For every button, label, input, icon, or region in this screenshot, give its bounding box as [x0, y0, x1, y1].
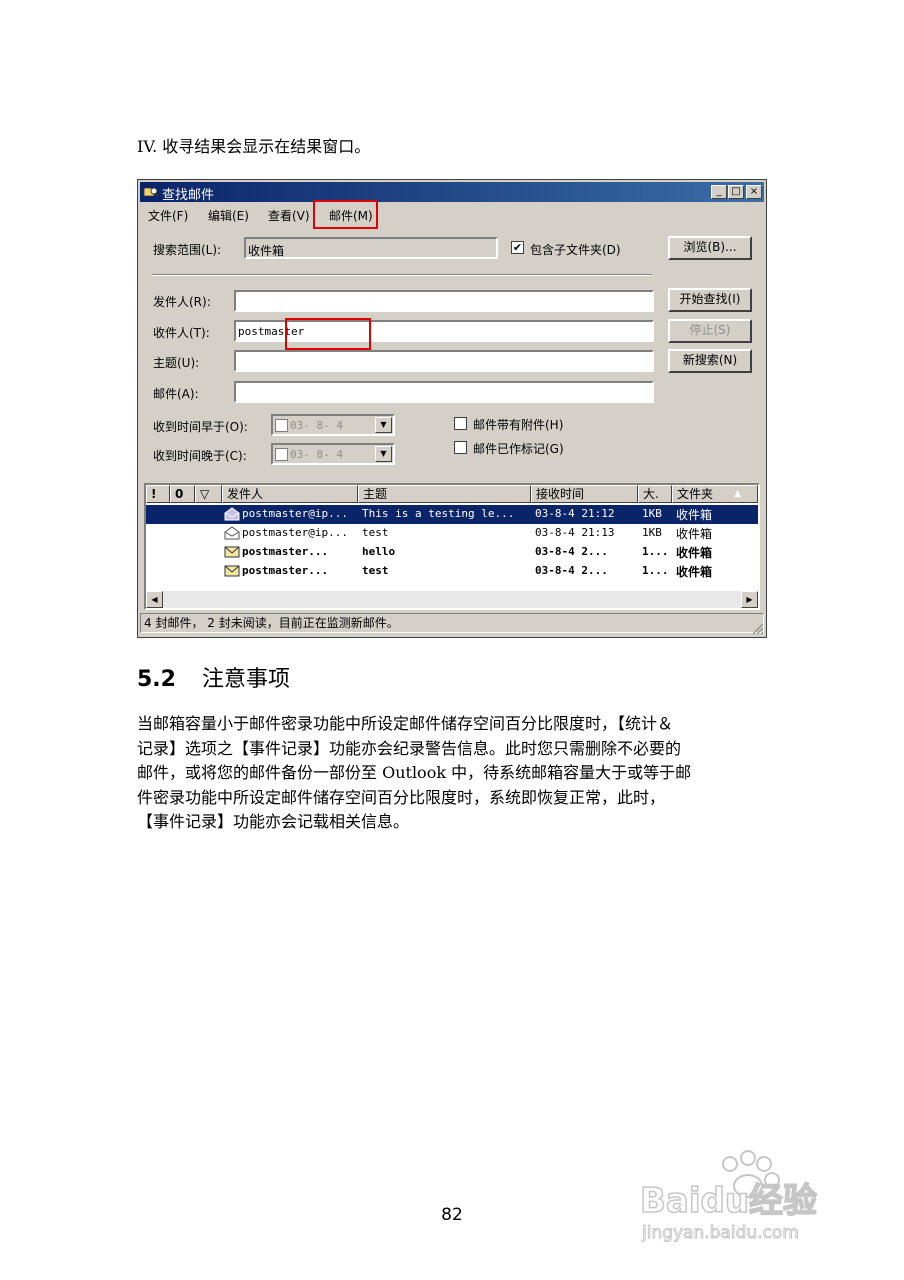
received-before-value: 03- 8- 4: [290, 419, 343, 432]
flagged-label: 邮件已作标记(G): [473, 442, 564, 456]
received-before-picker[interactable]: 03- 8- 4 ▼: [271, 414, 395, 436]
paragraph-line: 邮件，或将您的邮件备份一部份至 Outlook 中，待系统邮箱容量大于或等于邮: [137, 763, 692, 782]
baidu-jingyan-watermark: Baidu经验 jingyan.baidu.com: [639, 1150, 818, 1244]
row-subject: This is a testing le...: [362, 507, 515, 520]
to-label: 收件人(T):: [153, 326, 210, 340]
column-size[interactable]: 大.: [638, 485, 672, 503]
row-subject: hello: [362, 545, 396, 558]
unread-envelope-icon: [224, 546, 240, 558]
section-number: 5.2: [137, 667, 176, 692]
row-size: 1KB: [642, 507, 662, 520]
watermark-url: jingyan.baidu.com: [641, 1223, 799, 1243]
find-mail-icon: [143, 187, 159, 197]
paragraph-line: 件密录功能中所设定邮件储存空间百分比限度时，系统即恢复正常，此时，: [137, 787, 666, 807]
table-row[interactable]: postmaster@ip... This is a testing le...…: [146, 505, 758, 524]
section-title: 注意事项: [201, 667, 290, 692]
row-received: 03-8-4 21:12: [535, 507, 615, 520]
sort-ascending-icon: ▲: [734, 489, 741, 499]
received-after-picker[interactable]: 03- 8- 4 ▼: [271, 443, 395, 465]
search-scope-label: 搜索范围(L):: [153, 243, 222, 257]
column-attachment[interactable]: 0: [170, 485, 195, 503]
read-envelope-icon: [224, 507, 240, 521]
row-received: 03-8-4 2...: [535, 564, 608, 577]
browse-button[interactable]: 浏览(B)...: [668, 236, 752, 260]
annotation-box-recipient: [285, 318, 371, 350]
dropdown-arrow-icon[interactable]: ▼: [375, 446, 392, 462]
has-attachment-checkbox[interactable]: [454, 417, 467, 430]
row-size: 1...: [642, 564, 669, 577]
row-subject: test: [362, 564, 389, 577]
flagged-checkbox[interactable]: [454, 441, 467, 454]
maximize-button[interactable]: □: [728, 185, 744, 199]
row-from: postmaster@ip...: [242, 526, 348, 539]
separator: [152, 274, 652, 276]
received-after-value: 03- 8- 4: [290, 448, 343, 461]
row-folder: 收件箱: [676, 546, 713, 560]
received-before-checkbox[interactable]: [275, 419, 288, 432]
row-from: postmaster...: [242, 545, 329, 558]
column-subject[interactable]: 主题: [358, 485, 531, 503]
resize-grip-icon[interactable]: [751, 622, 764, 635]
table-row[interactable]: postmaster@ip... test 03-8-4 21:13 1KB 收…: [146, 524, 758, 543]
scroll-right-icon[interactable]: ▶: [741, 591, 758, 608]
section-paragraph: 当邮箱容量小于邮件密录功能中所设定邮件储存空间百分比限度时，【统计＆ 记录】选项…: [137, 712, 771, 835]
row-from: postmaster@ip...: [242, 507, 348, 520]
row-received: 03-8-4 21:13: [535, 526, 615, 539]
row-subject: test: [362, 526, 389, 539]
received-before-label: 收到时间早于(O):: [153, 420, 248, 434]
column-folder[interactable]: 文件夹 ▲: [672, 485, 758, 503]
read-envelope-icon: [224, 526, 240, 540]
column-flag[interactable]: ▽: [195, 485, 222, 503]
row-from: postmaster...: [242, 564, 329, 577]
row-size: 1...: [642, 545, 669, 558]
annotation-box-menu: [313, 200, 378, 229]
received-after-checkbox[interactable]: [275, 448, 288, 461]
dropdown-arrow-icon[interactable]: ▼: [375, 417, 392, 433]
window-title: 查找邮件: [162, 188, 215, 203]
column-from[interactable]: 发件人: [222, 485, 358, 503]
row-folder: 收件箱: [676, 565, 713, 579]
find-now-button[interactable]: 开始查找(I): [668, 288, 752, 312]
step-caption: IV. 收寻结果会显示在结果窗口。: [137, 137, 371, 156]
from-label: 发件人(R):: [153, 295, 211, 309]
subject-field[interactable]: [234, 350, 654, 372]
from-field[interactable]: [234, 290, 654, 312]
menu-view[interactable]: 查看(V): [268, 207, 310, 224]
row-size: 1KB: [642, 526, 662, 539]
close-button[interactable]: ×: [746, 185, 762, 199]
search-scope-field[interactable]: 收件箱: [244, 237, 498, 259]
minimize-button[interactable]: _: [711, 185, 727, 199]
menu-file[interactable]: 文件(F): [148, 207, 188, 224]
watermark-text: Baidu经验: [640, 1181, 817, 1221]
include-subfolders-checkbox[interactable]: ✔: [511, 241, 524, 254]
row-folder: 收件箱: [676, 508, 713, 522]
section-heading: 5.2 注意事项: [137, 661, 290, 693]
table-row[interactable]: postmaster... test 03-8-4 2... 1... 收件箱: [146, 562, 758, 581]
paragraph-line: 【事件记录】功能亦会记载相关信息。: [137, 812, 410, 831]
paragraph-line: 记录】选项之【事件记录】功能亦会纪录警告信息。此时您只需删除不必要的: [137, 738, 682, 758]
horizontal-scrollbar[interactable]: ◀ ▶: [146, 591, 758, 608]
menu-edit[interactable]: 编辑(E): [208, 207, 249, 224]
column-folder-label: 文件夹: [677, 487, 714, 501]
has-attachment-label: 邮件带有附件(H): [473, 418, 564, 432]
column-received[interactable]: 接收时间: [531, 485, 638, 503]
row-folder: 收件箱: [676, 527, 713, 541]
paragraph-line: 当邮箱容量小于邮件密录功能中所设定邮件储存空间百分比限度时，【统计＆: [137, 714, 674, 733]
subject-label: 主题(U):: [153, 356, 200, 370]
row-received: 03-8-4 2...: [535, 545, 608, 558]
new-search-button[interactable]: 新搜索(N): [668, 349, 752, 373]
include-subfolders-label: 包含子文件夹(D): [530, 243, 621, 257]
body-label: 邮件(A):: [153, 387, 199, 401]
received-after-label: 收到时间晚于(C):: [153, 449, 247, 463]
status-bar: 4 封邮件， 2 封未阅读，目前正在监测新邮件。: [140, 613, 764, 633]
scroll-left-icon[interactable]: ◀: [146, 591, 163, 608]
results-list[interactable]: ! 0 ▽ 发件人 主题 接收时间 大. 文件夹 ▲ postmaster@ip…: [144, 483, 760, 610]
find-mail-dialog: 查找邮件 _ □ × 文件(F) 编辑(E) 查看(V) 邮件(M) 搜索范围(…: [137, 179, 767, 638]
title-bar: 查找邮件 _ □ ×: [140, 182, 764, 203]
column-importance[interactable]: !: [146, 485, 170, 503]
table-row[interactable]: postmaster... hello 03-8-4 2... 1... 收件箱: [146, 543, 758, 562]
body-field[interactable]: [234, 381, 654, 403]
unread-envelope-icon: [224, 565, 240, 577]
stop-button[interactable]: 停止(S): [668, 319, 752, 343]
